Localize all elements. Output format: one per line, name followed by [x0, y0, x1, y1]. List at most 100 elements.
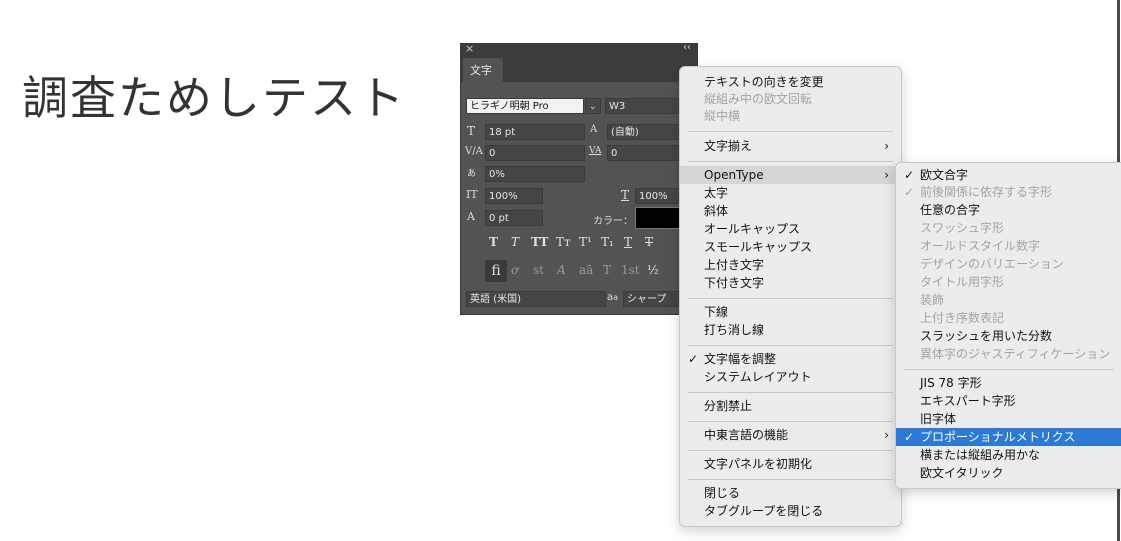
- menu-item-label: 上付き序数表記: [920, 311, 1005, 325]
- menu-separator: [688, 131, 893, 132]
- faux-bold-button[interactable]: T: [489, 235, 498, 249]
- swash-button[interactable]: A: [557, 263, 566, 277]
- panel-tab-bar: 文字 ≡: [461, 56, 697, 82]
- submenu-item-roman-italics[interactable]: 欧文イタリック: [896, 464, 1121, 482]
- menu-item-label: 文字揃え: [704, 139, 753, 153]
- menu-item-label: システムレイアウト: [704, 370, 812, 384]
- titling-alternates-button[interactable]: T: [603, 263, 611, 277]
- font-family-field[interactable]: ヒラギノ明朝 Pro: [466, 98, 584, 114]
- color-label: カラー：: [593, 216, 633, 227]
- submenu-item-titling-alternates[interactable]: タイトル用字形: [896, 273, 1121, 291]
- menu-item-close-tab-group[interactable]: タブグループを閉じる: [680, 502, 901, 520]
- font-size-field[interactable]: 18 pt: [485, 124, 585, 140]
- menu-item-label: 中東言語の機能: [704, 428, 789, 442]
- menu-item-close[interactable]: 閉じる: [680, 484, 901, 502]
- superscript-button[interactable]: T¹: [579, 235, 592, 249]
- faux-italic-button[interactable]: T: [511, 235, 519, 249]
- menu-item-label: プロポーショナルメトリクス: [920, 430, 1076, 444]
- submenu-item-jis78[interactable]: JIS 78 字形: [896, 374, 1121, 392]
- submenu-item-expert[interactable]: エキスパート字形: [896, 392, 1121, 410]
- chevron-right-icon: ›: [884, 428, 889, 442]
- menu-item-label: 文字幅を調整: [704, 352, 777, 366]
- stylistic-alternates-button[interactable]: aā: [579, 263, 593, 277]
- tsume-icon: あ: [467, 169, 477, 179]
- fractions-button[interactable]: ½: [647, 263, 659, 277]
- menu-item-opentype[interactable]: OpenType ›: [680, 166, 901, 184]
- submenu-item-ornaments[interactable]: 装飾: [896, 291, 1121, 309]
- submenu-item-kana[interactable]: 横または縦組み用かな: [896, 446, 1121, 464]
- menu-item-system-layout[interactable]: システムレイアウト: [680, 368, 901, 386]
- standard-ligatures-button[interactable]: fi: [485, 260, 507, 282]
- submenu-item-fractions[interactable]: スラッシュを用いた分数: [896, 327, 1121, 345]
- submenu-item-swash[interactable]: スワッシュ字形: [896, 219, 1121, 237]
- menu-item-subscript[interactable]: 下付き文字: [680, 274, 901, 292]
- discretionary-ligatures-button[interactable]: st: [533, 263, 544, 277]
- menu-item-underline[interactable]: 下線: [680, 303, 901, 321]
- anti-alias-sub-label: a: [613, 293, 619, 302]
- menu-item-label: エキスパート字形: [920, 394, 1016, 408]
- subscript-button[interactable]: T₁: [601, 235, 614, 249]
- menu-item-tate-chu-yoko[interactable]: 縦中横: [680, 107, 901, 125]
- menu-item-rotate-roman-vertical[interactable]: 縦組み中の欧文回転: [680, 90, 901, 108]
- underline-button[interactable]: T: [624, 235, 632, 249]
- menu-item-label: タブグループを閉じる: [704, 504, 824, 518]
- chevron-right-icon: ›: [884, 168, 889, 182]
- submenu-item-traditional[interactable]: 旧字体: [896, 410, 1121, 428]
- submenu-item-stylistic-alternates[interactable]: デザインのバリエーション: [896, 255, 1121, 273]
- menu-item-reset-character[interactable]: 文字パネルを初期化: [680, 455, 901, 473]
- menu-separator: [688, 161, 893, 162]
- language-select[interactable]: 英語 (米国): [466, 291, 606, 307]
- collapse-icon[interactable]: ‹‹: [683, 42, 691, 53]
- submenu-item-justification-alternates[interactable]: 異体字のジャスティフィケーション: [896, 345, 1121, 363]
- menu-item-bold[interactable]: 太字: [680, 184, 901, 202]
- all-caps-button[interactable]: TT: [531, 235, 548, 249]
- submenu-item-oldstyle[interactable]: オールドスタイル数字: [896, 237, 1121, 255]
- vertical-scale-field[interactable]: 100%: [485, 188, 543, 204]
- panel-options-menu: テキストの向きを変更 縦組み中の欧文回転 縦中横 文字揃え › OpenType ›…: [679, 66, 902, 527]
- menu-item-label: 文字パネルを初期化: [704, 457, 813, 471]
- kerning-field[interactable]: 0: [485, 145, 585, 161]
- submenu-item-discretionary-ligatures[interactable]: 任意の合字: [896, 201, 1121, 219]
- menu-item-no-break[interactable]: 分割禁止: [680, 397, 901, 415]
- menu-item-label: スモールキャップス: [704, 240, 813, 254]
- submenu-item-standard-ligatures[interactable]: ✓ 欧文合字: [896, 166, 1121, 184]
- contextual-alternates-button[interactable]: ơ: [511, 263, 518, 277]
- submenu-item-proportional-metrics[interactable]: ✓ プロポーショナルメトリクス: [896, 428, 1121, 446]
- menu-item-alignment[interactable]: 文字揃え ›: [680, 137, 901, 155]
- menu-item-small-caps[interactable]: スモールキャップス: [680, 238, 901, 256]
- small-caps-button[interactable]: Tт: [556, 235, 571, 249]
- menu-separator: [688, 450, 893, 451]
- menu-item-label: 任意の合字: [920, 203, 981, 217]
- character-panel: × ‹‹ 文字 ≡ ヒラギノ明朝 Pro ⌄ W3 T 18 pt A (自動)…: [460, 42, 698, 315]
- menu-item-italic[interactable]: 斜体: [680, 202, 901, 220]
- submenu-item-ordinals[interactable]: 上付き序数表記: [896, 309, 1121, 327]
- menu-item-label: 欧文合字: [920, 168, 969, 182]
- menu-item-label: 縦中横: [704, 109, 741, 123]
- tracking-icon: VA: [589, 146, 602, 156]
- menu-item-middle-eastern-features[interactable]: 中東言語の機能 ›: [680, 426, 901, 444]
- submenu-item-contextual-alternates[interactable]: ✓ 前後関係に依存する字形: [896, 183, 1121, 201]
- menu-item-label: オールキャップス: [704, 222, 801, 236]
- baseline-shift-field[interactable]: 0 pt: [485, 210, 543, 226]
- menu-item-label: デザインのバリエーション: [920, 257, 1064, 271]
- ordinals-button[interactable]: 1st: [621, 263, 640, 277]
- menu-item-label: 異体字のジャスティフィケーション: [920, 347, 1111, 361]
- menu-item-label: 太字: [704, 186, 729, 200]
- document-canvas-text: 調査ためしテスト: [22, 71, 406, 125]
- menu-item-superscript[interactable]: 上付き文字: [680, 256, 901, 274]
- menu-item-label: 横または縦組み用かな: [920, 448, 1041, 462]
- menu-item-change-text-orientation[interactable]: テキストの向きを変更: [680, 73, 901, 91]
- close-icon[interactable]: ×: [465, 42, 474, 55]
- panel-title-bar[interactable]: × ‹‹: [461, 42, 697, 56]
- menu-item-fractional-widths[interactable]: ✓ 文字幅を調整: [680, 350, 901, 368]
- menu-item-all-caps[interactable]: オールキャップス: [680, 220, 901, 238]
- menu-item-label: スラッシュを用いた分数: [920, 329, 1053, 343]
- menu-item-strikethrough[interactable]: 打ち消し線: [680, 321, 901, 339]
- tsume-field[interactable]: 0%: [485, 166, 585, 182]
- font-family-dropdown[interactable]: ⌄: [585, 98, 601, 114]
- strikethrough-button[interactable]: T: [645, 235, 653, 249]
- check-icon: ✓: [904, 168, 915, 182]
- chevron-down-icon: ⌄: [589, 102, 597, 112]
- tab-character[interactable]: 文字: [463, 58, 503, 82]
- menu-item-label: 斜体: [704, 204, 729, 218]
